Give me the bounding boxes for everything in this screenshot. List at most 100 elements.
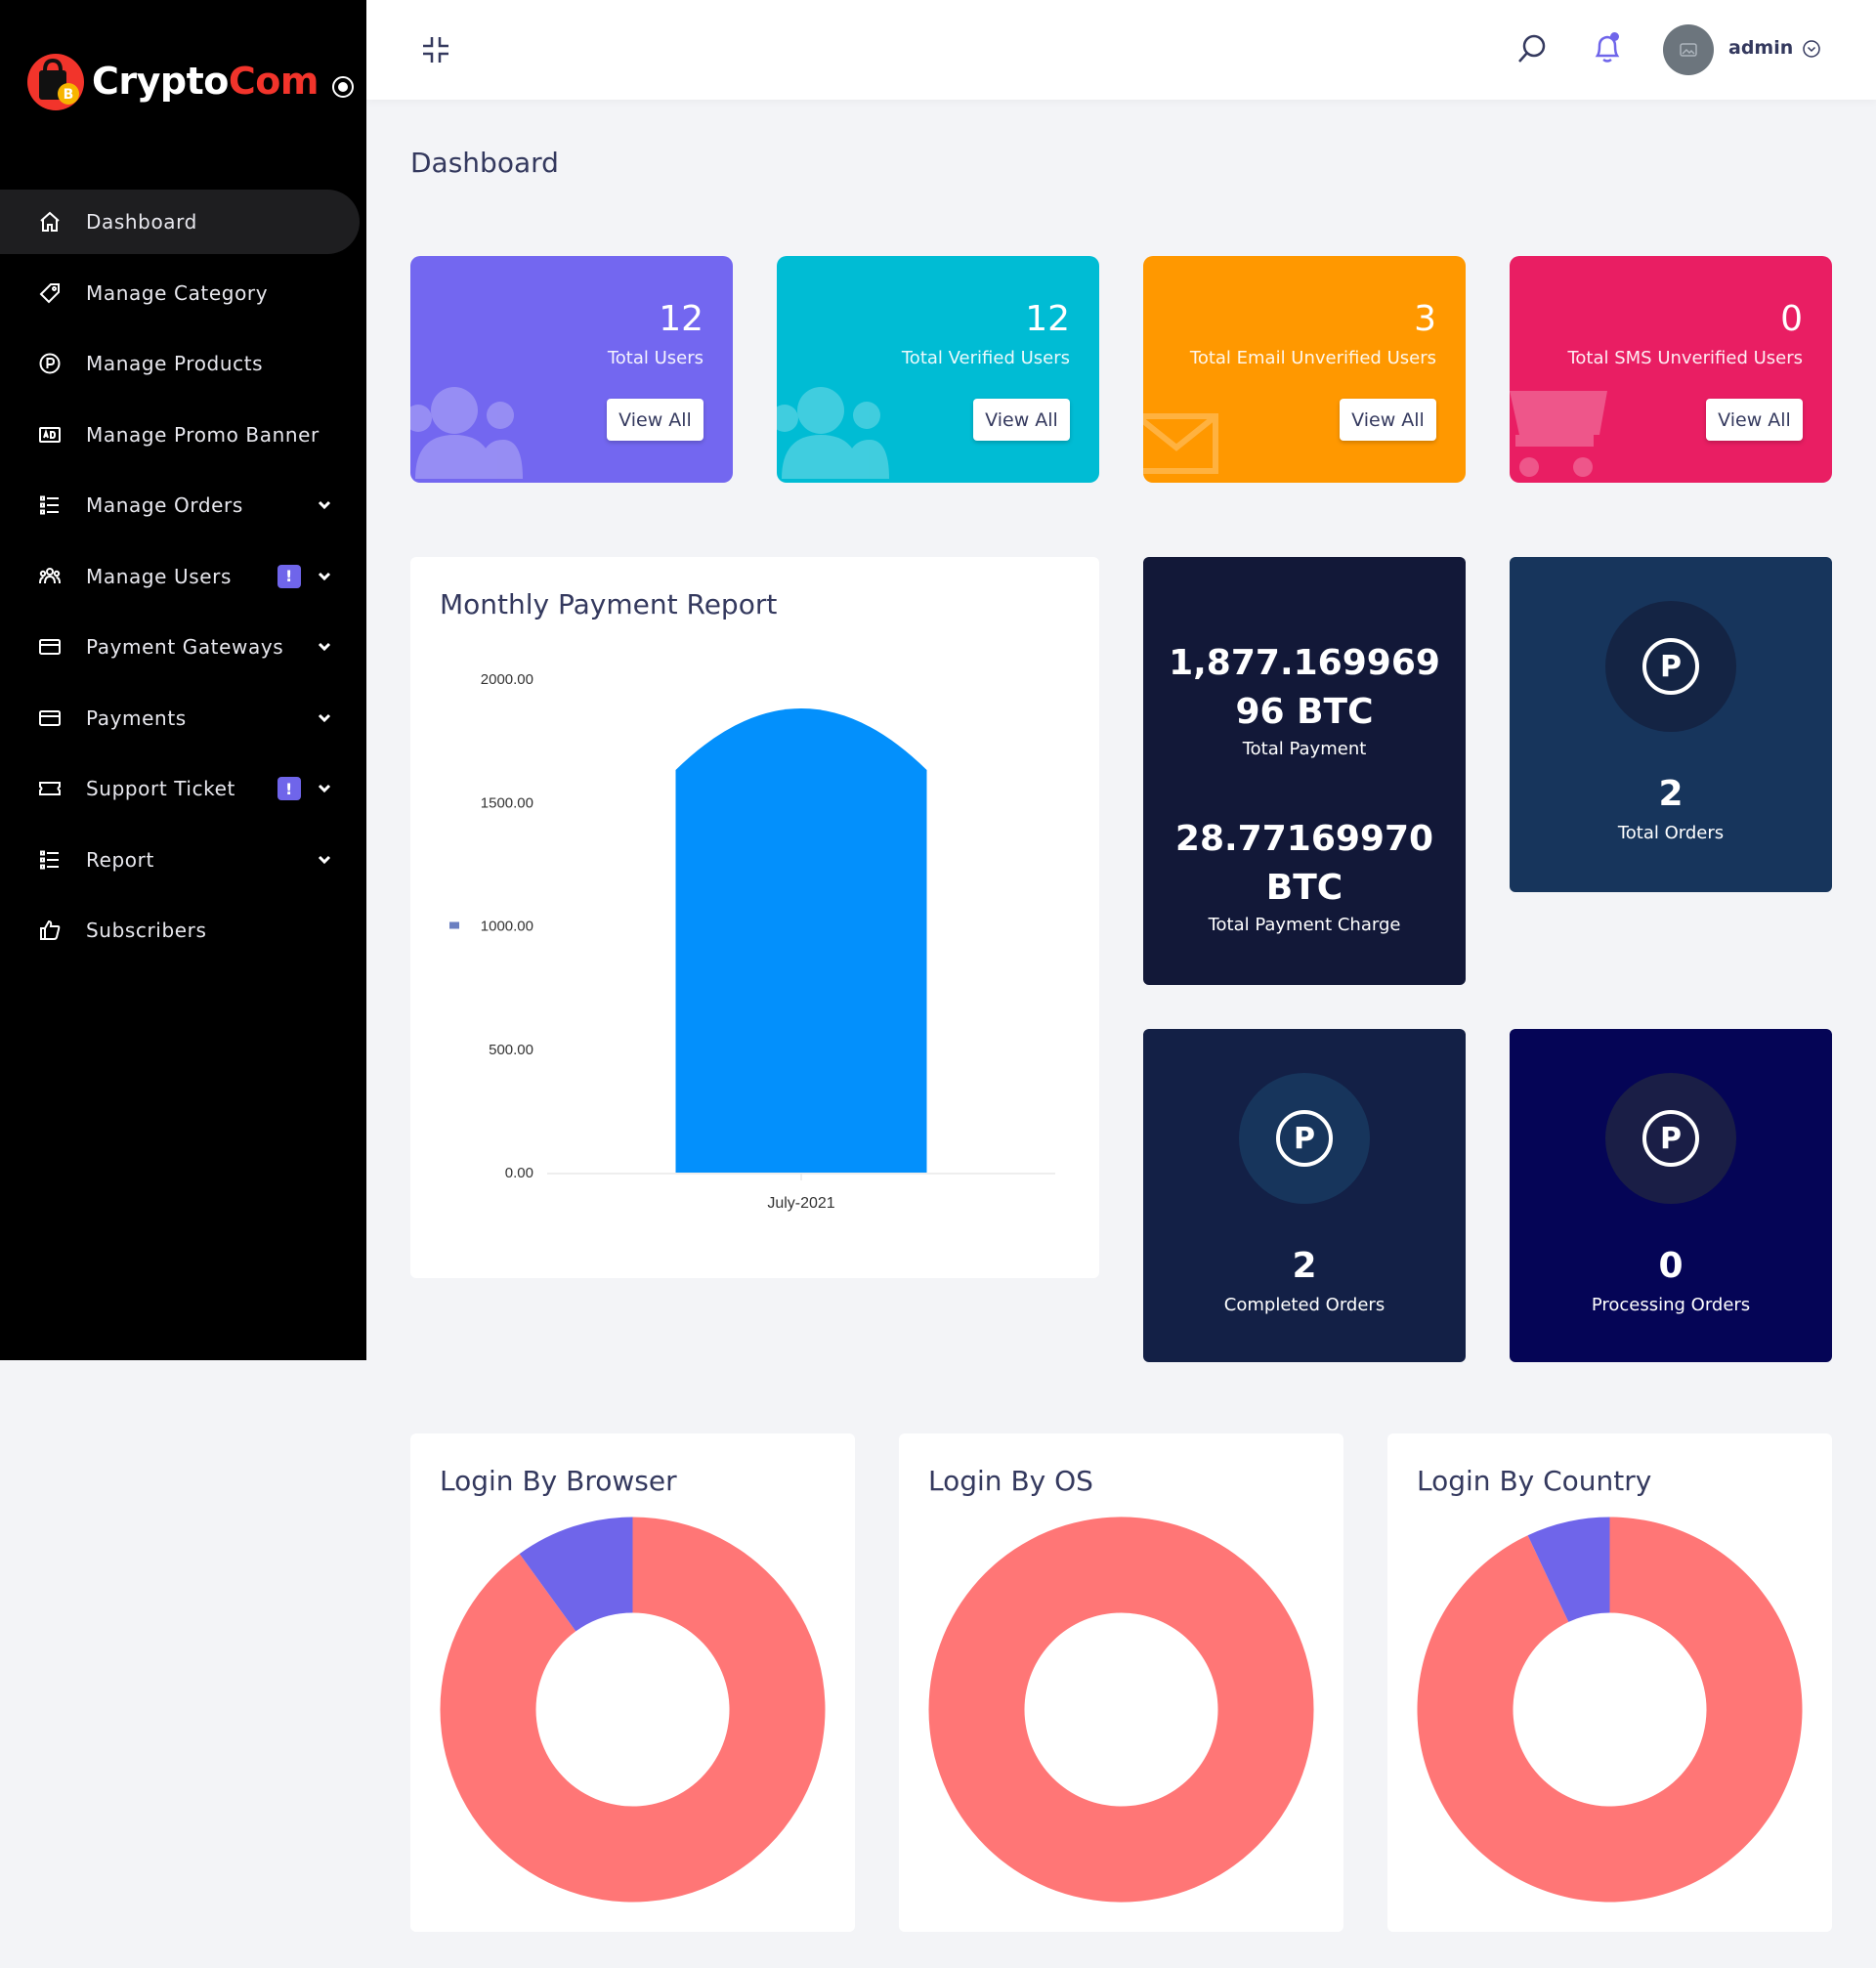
view-all-button[interactable]: View All <box>1340 399 1436 441</box>
user-name[interactable]: admin <box>1728 37 1793 59</box>
total-sms-unverified-users-card: 0 Total SMS Unverified Users View All <box>1510 256 1832 483</box>
sidebar-item-manage-orders[interactable]: Manage Orders <box>0 473 366 537</box>
collapse-icon[interactable] <box>421 35 450 64</box>
total-email-unverified-users-label: Total Email Unverified Users <box>1189 348 1436 368</box>
sidebar-item-label: Manage Users <box>86 564 233 588</box>
brand-logo[interactable]: B CryptoCom <box>25 49 354 113</box>
sidebar-toggle-button[interactable] <box>331 76 354 98</box>
chevron-down-icon[interactable] <box>315 707 334 727</box>
view-all-button[interactable]: View All <box>1706 399 1803 441</box>
completed-orders-card: P 2 Completed Orders <box>1143 1029 1466 1362</box>
search-icon[interactable] <box>1516 33 1548 64</box>
bar[interactable] <box>675 708 927 1173</box>
envelope-icon <box>1143 410 1221 483</box>
bar-chart: 2000.00 1500.00 1000.00 500.00 0.00 July-2021 <box>449 671 1055 1212</box>
sidebar-item-payment-gateways[interactable]: Payment Gateways <box>0 615 366 679</box>
total-users-value: 12 <box>659 299 704 339</box>
orders-circle: P <box>1605 601 1736 732</box>
list-icon <box>37 847 63 873</box>
alert-badge: ! <box>277 564 301 588</box>
sidebar-item-label: Support Ticket <box>86 777 235 800</box>
sidebar-item-label: Manage Orders <box>86 493 243 517</box>
total-orders-label: Total Orders <box>1617 823 1725 843</box>
total-payment-value-line1: 1,877.169969 <box>1169 643 1440 683</box>
sidebar-item-dashboard[interactable]: Dashboard <box>0 190 360 254</box>
total-users-label: Total Users <box>607 348 704 368</box>
notification-dot <box>1610 32 1619 41</box>
payment-charge-value-line1: 28.77169970 <box>1174 819 1434 859</box>
chevron-down-icon[interactable] <box>315 849 334 869</box>
top-header: admin <box>366 0 1876 100</box>
sidebar-item-label: Payment Gateways <box>86 635 284 659</box>
tag-icon <box>37 280 63 306</box>
cart-icon <box>1510 381 1607 483</box>
login-by-os-title: Login By OS <box>928 1465 1093 1497</box>
brand-name: CryptoCom <box>92 60 319 103</box>
avatar[interactable] <box>1663 24 1714 75</box>
total-email-unverified-users-value: 3 <box>1414 299 1436 339</box>
login-by-browser-donut-chart <box>440 1517 826 1903</box>
y-tick-label: 0.00 <box>505 1165 533 1181</box>
login-by-os-card: Login By OS <box>899 1433 1343 1932</box>
donut-slice[interactable] <box>928 1517 1314 1903</box>
axis-marker-icon <box>449 921 459 929</box>
sidebar-item-manage-promo-banner[interactable]: Manage Promo Banner <box>0 403 366 467</box>
login-by-country-donut-chart <box>1417 1517 1803 1903</box>
sidebar-item-manage-category[interactable]: Manage Category <box>0 261 366 325</box>
total-payment-value-line2: 96 BTC <box>1235 692 1374 732</box>
processing-orders-card: P 0 Processing Orders <box>1510 1029 1832 1362</box>
sidebar-item-report[interactable]: Report <box>0 828 366 892</box>
p-circle-icon <box>37 351 63 376</box>
p-circle-icon: P <box>1276 1110 1333 1167</box>
sidebar-item-label: Report <box>86 847 154 872</box>
orders-circle: P <box>1239 1073 1370 1204</box>
sidebar-item-manage-products[interactable]: Manage Products <box>0 331 366 396</box>
total-payment-card: 1,877.169969 96 BTC Total Payment 28.771… <box>1143 557 1466 985</box>
total-payment-label: Total Payment <box>1242 739 1367 759</box>
sidebar-item-subscribers[interactable]: Subscribers <box>0 898 366 963</box>
sidebar-item-label: Payments <box>86 706 187 730</box>
sidebar-item-support-ticket[interactable]: Support Ticket! <box>0 756 366 821</box>
completed-orders-label: Completed Orders <box>1223 1295 1386 1315</box>
total-users-card: 12 Total Users View All <box>410 256 733 483</box>
shopping-bag-logo-icon: B <box>25 51 86 111</box>
processing-orders-label: Processing Orders <box>1591 1295 1751 1315</box>
orders-circle: P <box>1605 1073 1736 1204</box>
chevron-down-icon[interactable] <box>315 494 334 514</box>
total-sms-unverified-users-value: 0 <box>1780 299 1803 339</box>
total-sms-unverified-users-label: Total SMS Unverified Users <box>1567 348 1803 368</box>
sidebar-menu: Dashboard Manage Category Manage Products M… <box>0 190 366 969</box>
monthly-payment-card: Monthly Payment Report 2000.00 1500.00 100… <box>410 557 1099 1278</box>
p-circle-icon: P <box>1642 638 1699 695</box>
completed-orders-value: 2 <box>1292 1246 1317 1286</box>
list-icon <box>37 492 63 518</box>
sidebar-item-manage-users[interactable]: Manage Users! <box>0 544 366 609</box>
login-by-browser-title: Login By Browser <box>440 1465 677 1497</box>
x-tick-label: July-2021 <box>767 1195 834 1212</box>
image-placeholder-icon <box>1680 43 1697 57</box>
sidebar-item-label: Manage Products <box>86 352 264 375</box>
ticket-icon <box>37 776 63 801</box>
payment-charge-value-line2: BTC <box>1265 868 1343 908</box>
p-circle-icon: P <box>1642 1110 1699 1167</box>
chevron-down-icon[interactable] <box>315 778 334 797</box>
view-all-button[interactable]: View All <box>973 399 1070 441</box>
total-verified-users-card: 12 Total Verified Users View All <box>777 256 1099 483</box>
payment-charge-label: Total Payment Charge <box>1208 915 1401 935</box>
users-icon <box>37 564 63 589</box>
y-tick-label: 500.00 <box>489 1042 533 1058</box>
login-by-os-donut-chart <box>928 1517 1314 1903</box>
card-icon <box>37 706 63 731</box>
sidebar-item-payments[interactable]: Payments <box>0 686 366 750</box>
chevron-down-icon[interactable] <box>315 566 334 585</box>
y-tick-label: 2000.00 <box>481 671 533 688</box>
user-menu-chevron-icon[interactable] <box>1802 39 1821 59</box>
sidebar-item-label: Subscribers <box>86 919 207 942</box>
total-orders-value: 2 <box>1658 774 1684 814</box>
sidebar-item-label: Dashboard <box>86 210 197 234</box>
users-icon <box>410 381 523 483</box>
chevron-down-icon[interactable] <box>315 636 334 656</box>
thumbs-up-icon <box>37 918 63 943</box>
login-by-country-card: Login By Country <box>1387 1433 1832 1932</box>
view-all-button[interactable]: View All <box>607 399 704 441</box>
